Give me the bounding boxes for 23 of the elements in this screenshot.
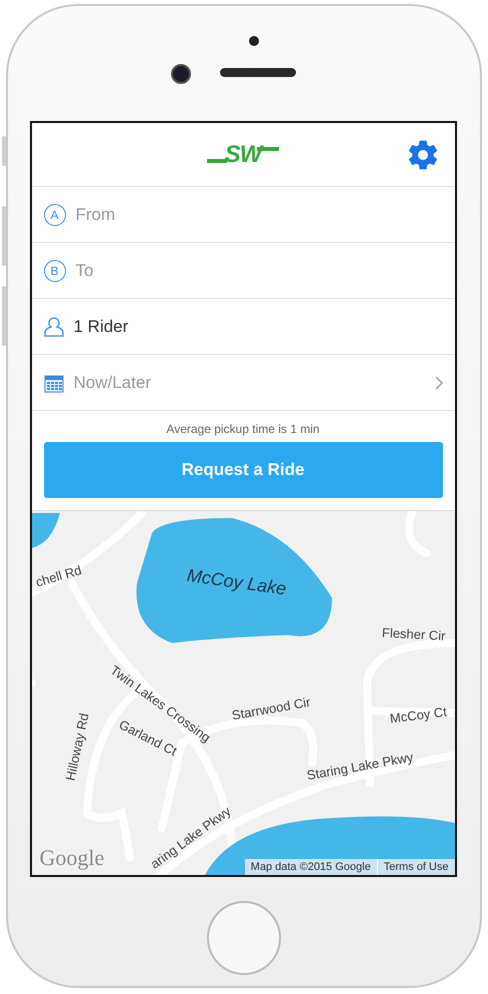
street-label: chell Rd — [33, 562, 83, 590]
map-provider-logo: Google — [40, 845, 104, 871]
lake-label: McCoy Lake — [185, 565, 288, 600]
person-icon — [44, 316, 64, 338]
street-label: Starrwood Cir — [230, 694, 312, 723]
waypoint-badge: A — [44, 204, 66, 226]
street-label: McCoy Ct — [388, 704, 448, 726]
pickup-time-note: Average pickup time is 1 min — [165, 421, 321, 438]
calendar-icon — [44, 372, 64, 392]
settings-button[interactable] — [406, 139, 438, 171]
street-label: Flesher Cir — [381, 625, 446, 644]
app-logo: SW — [206, 140, 280, 168]
street-label: Hilloway Rd — [62, 712, 92, 782]
camera-lens — [171, 64, 191, 84]
terms-link[interactable]: Terms of Use — [376, 859, 454, 875]
chevron-icon — [434, 376, 442, 390]
location-field[interactable]: From — [76, 204, 442, 224]
street-label: Staring Lake Pkwy — [305, 749, 414, 783]
sensor-dot — [249, 36, 259, 46]
rider-selector[interactable]: 1 Rider — [74, 316, 442, 336]
map-attribution: Map data ©2015 Google — [250, 860, 372, 875]
waypoint-badge: B — [44, 260, 66, 282]
location-field[interactable]: To — [76, 260, 442, 280]
